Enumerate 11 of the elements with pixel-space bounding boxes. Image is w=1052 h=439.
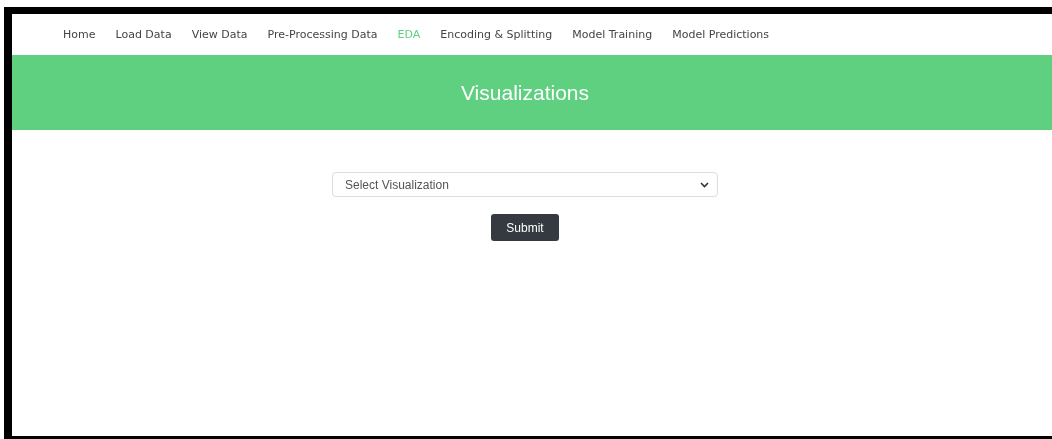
- visualization-select[interactable]: Select Visualization: [332, 172, 718, 197]
- nav-link[interactable]: Encoding & Splitting: [440, 28, 553, 41]
- page-title: Visualizations: [461, 80, 589, 105]
- chevron-down-icon: [700, 181, 709, 188]
- nav-link[interactable]: Pre-Processing Data: [267, 28, 378, 41]
- nav-link[interactable]: Model Training: [572, 28, 653, 41]
- nav-link[interactable]: Home: [63, 28, 96, 41]
- nav-link[interactable]: View Data: [191, 28, 248, 41]
- nav-link[interactable]: Load Data: [115, 28, 172, 41]
- nav-link[interactable]: Model Predictions: [672, 28, 770, 41]
- submit-button[interactable]: Submit: [491, 214, 559, 241]
